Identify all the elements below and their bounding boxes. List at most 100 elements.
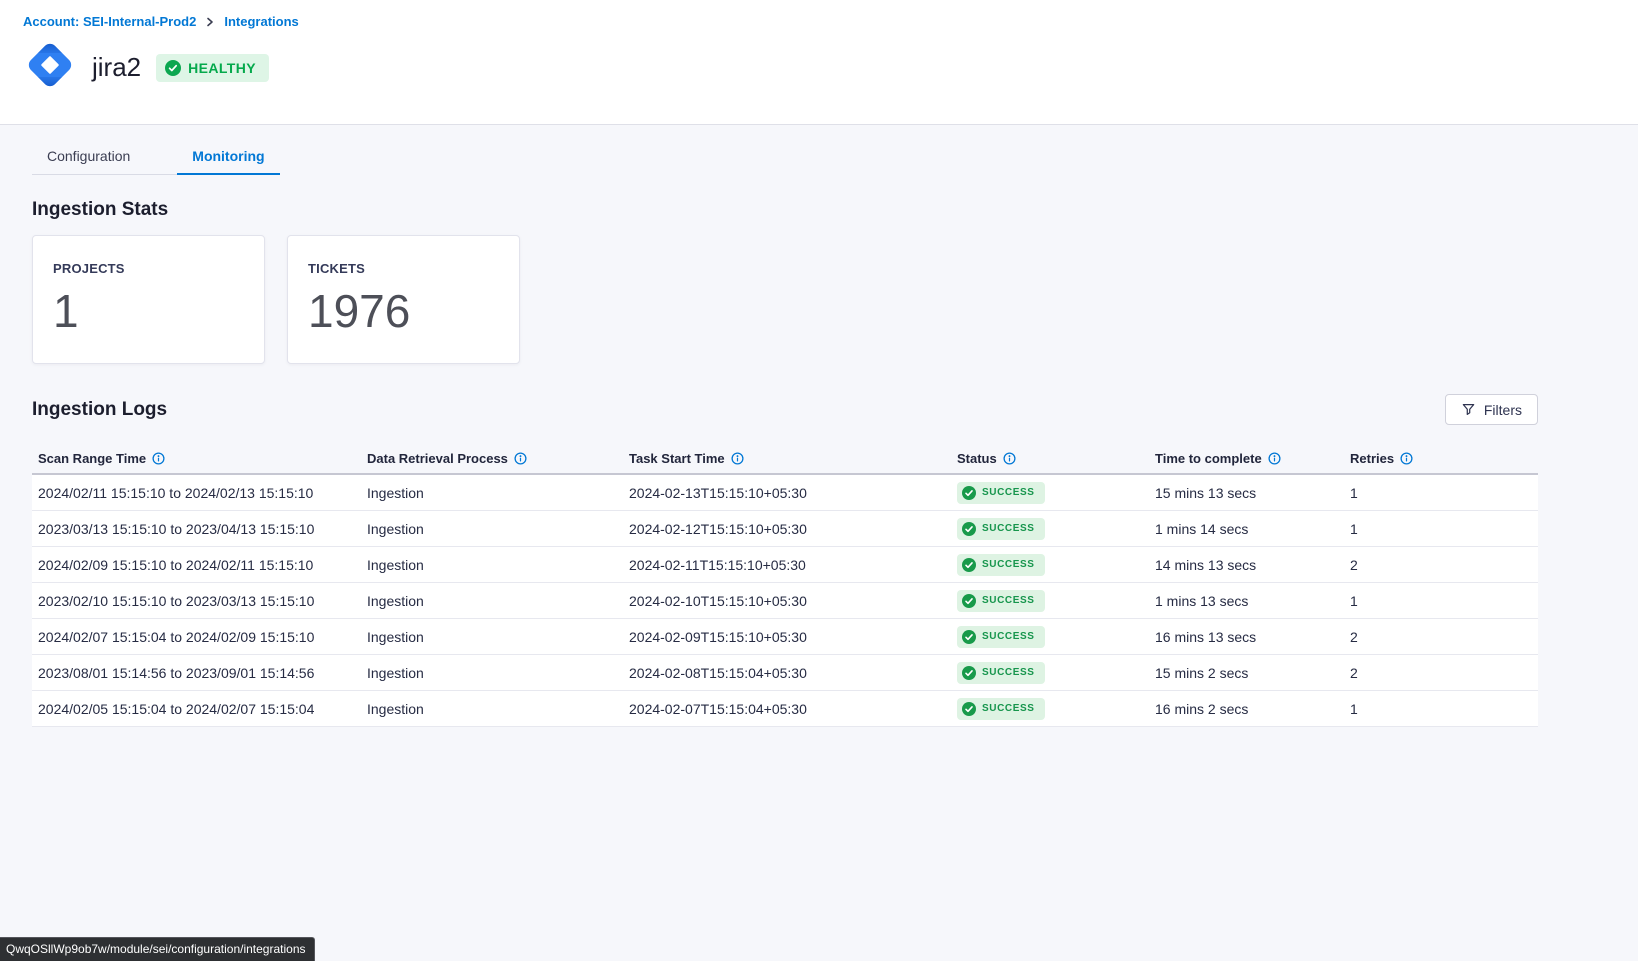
- column-header-label: Data Retrieval Process: [367, 451, 508, 466]
- cell-task-start: 2024-02-08T15:15:04+05:30: [629, 665, 957, 681]
- status-badge-success: SUCCESS: [957, 518, 1045, 540]
- status-badge-success: SUCCESS: [957, 554, 1045, 576]
- status-badge-success: SUCCESS: [957, 626, 1045, 648]
- cell-time-to-complete: 15 mins 2 secs: [1155, 665, 1350, 681]
- breadcrumb: Account: SEI-Internal-Prod2 Integrations: [23, 14, 1614, 29]
- status-label: SUCCESS: [982, 595, 1035, 606]
- status-label: SUCCESS: [982, 523, 1035, 534]
- status-label: SUCCESS: [982, 559, 1035, 570]
- cell-retries: 2: [1350, 665, 1538, 681]
- page-header: Account: SEI-Internal-Prod2 Integrations: [0, 0, 1638, 125]
- stat-card-projects: PROJECTS 1: [32, 235, 265, 364]
- stat-label: PROJECTS: [53, 261, 264, 276]
- cell-retries: 1: [1350, 701, 1538, 717]
- column-header-process: Data Retrieval Process: [367, 451, 629, 466]
- cell-status: SUCCESS: [957, 698, 1155, 720]
- cell-retries: 1: [1350, 521, 1538, 537]
- cell-time-to-complete: 14 mins 13 secs: [1155, 557, 1350, 573]
- tab-bar: Configuration Monitoring: [32, 139, 280, 175]
- health-label: HEALTHY: [188, 60, 256, 76]
- cell-time-to-complete: 15 mins 13 secs: [1155, 485, 1350, 501]
- column-header-label: Time to complete: [1155, 451, 1262, 466]
- column-header-label: Task Start Time: [629, 451, 725, 466]
- stat-label: TICKETS: [308, 261, 519, 276]
- table-row[interactable]: 2023/03/13 15:15:10 to 2023/04/13 15:15:…: [32, 511, 1538, 547]
- cell-process: Ingestion: [367, 593, 629, 609]
- column-header-retries: Retries: [1350, 451, 1538, 466]
- cell-scan-range: 2023/02/10 15:15:10 to 2023/03/13 15:15:…: [38, 593, 367, 609]
- ingestion-logs-table: Scan Range Time Data Retrieval Process T…: [32, 443, 1538, 727]
- filter-funnel-icon: [1461, 402, 1476, 417]
- column-header-label: Retries: [1350, 451, 1394, 466]
- info-icon[interactable]: [1003, 452, 1016, 465]
- cell-scan-range: 2023/03/13 15:15:10 to 2023/04/13 15:15:…: [38, 521, 367, 537]
- column-header-status: Status: [957, 451, 1155, 466]
- table-row[interactable]: 2024/02/07 15:15:04 to 2024/02/09 15:15:…: [32, 619, 1538, 655]
- cell-retries: 1: [1350, 485, 1538, 501]
- info-icon[interactable]: [731, 452, 744, 465]
- cell-scan-range: 2024/02/09 15:15:10 to 2024/02/11 15:15:…: [38, 557, 367, 573]
- filters-button[interactable]: Filters: [1445, 394, 1538, 425]
- cell-task-start: 2024-02-12T15:15:10+05:30: [629, 521, 957, 537]
- column-header-scan-range: Scan Range Time: [38, 451, 367, 466]
- info-icon[interactable]: [1268, 452, 1281, 465]
- table-row[interactable]: 2023/02/10 15:15:10 to 2023/03/13 15:15:…: [32, 583, 1538, 619]
- cell-status: SUCCESS: [957, 518, 1155, 540]
- cell-process: Ingestion: [367, 665, 629, 681]
- cell-task-start: 2024-02-09T15:15:10+05:30: [629, 629, 957, 645]
- filters-button-label: Filters: [1484, 402, 1522, 418]
- column-header-label: Status: [957, 451, 997, 466]
- cell-time-to-complete: 1 mins 13 secs: [1155, 593, 1350, 609]
- cell-task-start: 2024-02-11T15:15:10+05:30: [629, 557, 957, 573]
- info-icon[interactable]: [1400, 452, 1413, 465]
- cell-scan-range: 2024/02/07 15:15:04 to 2024/02/09 15:15:…: [38, 629, 367, 645]
- status-badge-success: SUCCESS: [957, 662, 1045, 684]
- page-title: jira2: [92, 52, 141, 83]
- check-circle-icon: [962, 522, 976, 536]
- cell-status: SUCCESS: [957, 662, 1155, 684]
- check-circle-icon: [962, 594, 976, 608]
- table-row[interactable]: 2023/08/01 15:14:56 to 2023/09/01 15:14:…: [32, 655, 1538, 691]
- stat-value: 1976: [308, 288, 519, 334]
- column-header-time-to-complete: Time to complete: [1155, 451, 1350, 466]
- column-header-label: Scan Range Time: [38, 451, 146, 466]
- cell-scan-range: 2024/02/11 15:15:10 to 2024/02/13 15:15:…: [38, 485, 367, 501]
- table-row[interactable]: 2024/02/11 15:15:10 to 2024/02/13 15:15:…: [32, 475, 1538, 511]
- ingestion-logs-title: Ingestion Logs: [32, 399, 167, 421]
- cell-retries: 1: [1350, 593, 1538, 609]
- cell-time-to-complete: 16 mins 2 secs: [1155, 701, 1350, 717]
- cell-process: Ingestion: [367, 629, 629, 645]
- cell-status: SUCCESS: [957, 626, 1155, 648]
- table-row[interactable]: 2024/02/05 15:15:04 to 2024/02/07 15:15:…: [32, 691, 1538, 727]
- status-badge-success: SUCCESS: [957, 590, 1045, 612]
- cell-process: Ingestion: [367, 485, 629, 501]
- link-preview-statusbar: QwqOSllWp9ob7w/module/sei/configuration/…: [0, 937, 315, 961]
- chevron-right-icon: [205, 17, 215, 27]
- table-row[interactable]: 2024/02/09 15:15:10 to 2024/02/11 15:15:…: [32, 547, 1538, 583]
- breadcrumb-integrations-link[interactable]: Integrations: [224, 14, 298, 29]
- check-circle-icon: [962, 630, 976, 644]
- cell-process: Ingestion: [367, 557, 629, 573]
- info-icon[interactable]: [152, 452, 165, 465]
- cell-scan-range: 2023/08/01 15:14:56 to 2023/09/01 15:14:…: [38, 665, 367, 681]
- check-circle-icon: [962, 702, 976, 716]
- tab-monitoring[interactable]: Monitoring: [177, 139, 279, 174]
- ingestion-stats-title: Ingestion Stats: [32, 199, 1638, 221]
- cell-process: Ingestion: [367, 701, 629, 717]
- table-body: 2024/02/11 15:15:10 to 2024/02/13 15:15:…: [32, 475, 1538, 727]
- jira-logo-icon: [23, 38, 77, 97]
- tab-configuration[interactable]: Configuration: [32, 139, 145, 174]
- check-circle-icon: [962, 558, 976, 572]
- cell-status: SUCCESS: [957, 554, 1155, 576]
- breadcrumb-account-link[interactable]: Account: SEI-Internal-Prod2: [23, 14, 196, 29]
- status-label: SUCCESS: [982, 631, 1035, 642]
- cell-status: SUCCESS: [957, 590, 1155, 612]
- check-circle-icon: [165, 60, 181, 76]
- info-icon[interactable]: [514, 452, 527, 465]
- cell-task-start: 2024-02-07T15:15:04+05:30: [629, 701, 957, 717]
- title-row: jira2 HEALTHY: [23, 38, 1614, 97]
- check-circle-icon: [962, 486, 976, 500]
- status-label: SUCCESS: [982, 667, 1035, 678]
- cell-time-to-complete: 1 mins 14 secs: [1155, 521, 1350, 537]
- stat-card-tickets: TICKETS 1976: [287, 235, 520, 364]
